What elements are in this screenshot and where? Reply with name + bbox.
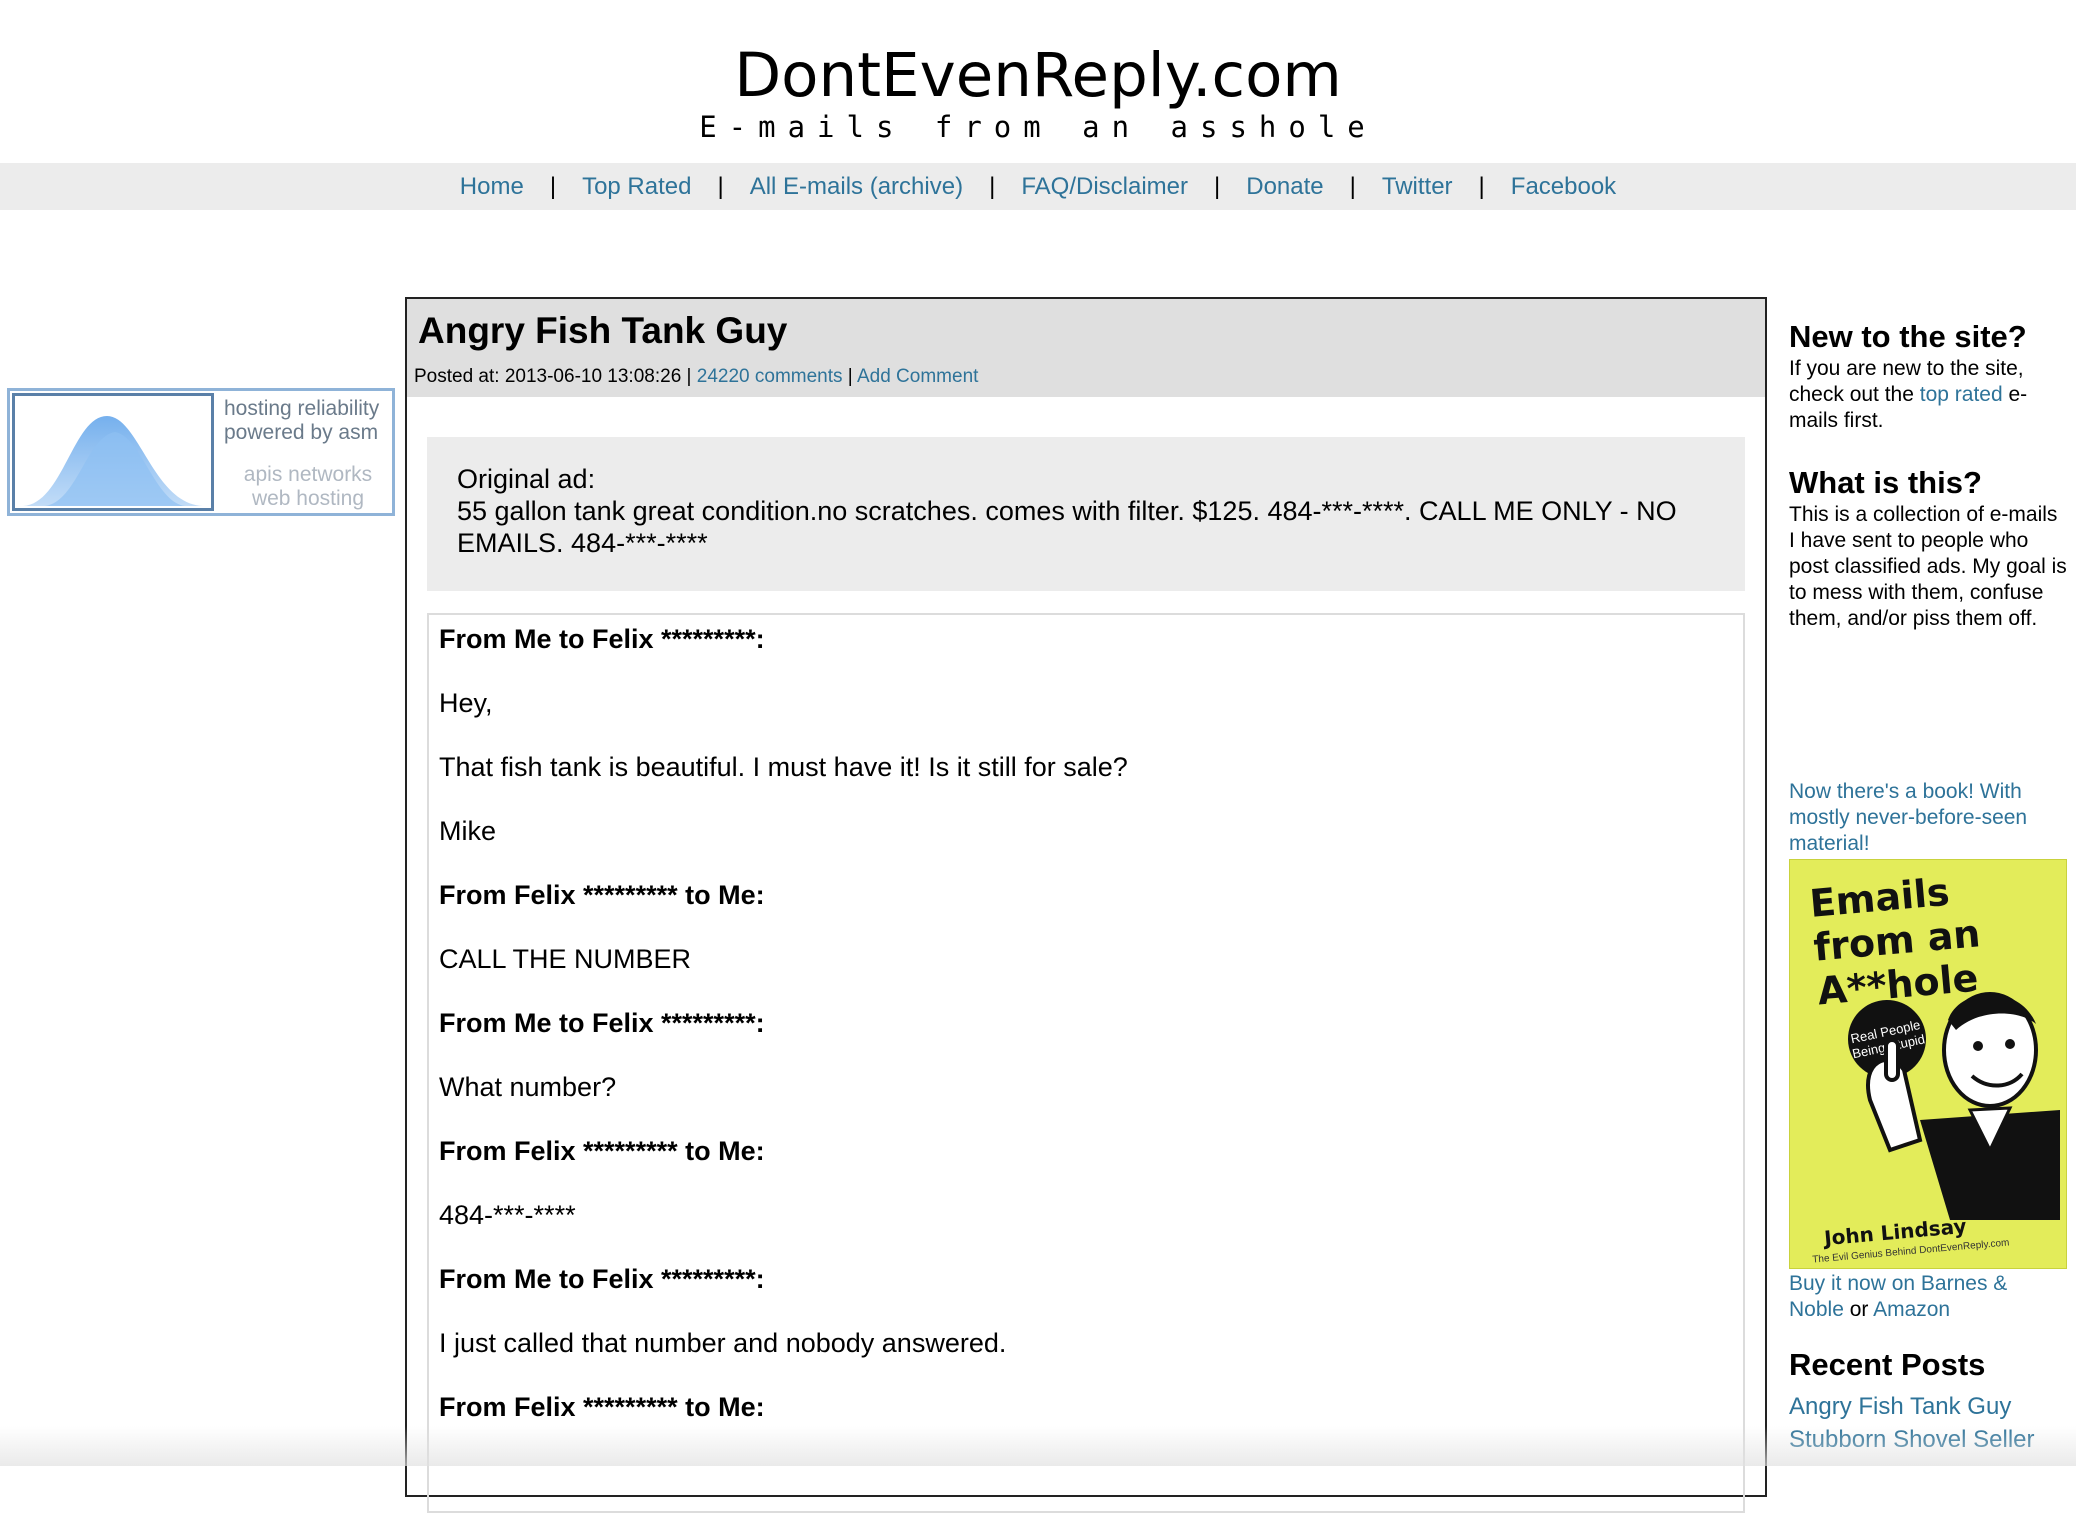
add-comment-link[interactable]: Add Comment bbox=[857, 366, 978, 387]
buy-or-text: or bbox=[1843, 1298, 1874, 1321]
sidebar: New to the site? If you are new to the s… bbox=[1789, 318, 2069, 1453]
comments-link[interactable]: 24220 comments bbox=[697, 366, 843, 387]
nav-home[interactable]: Home bbox=[460, 173, 524, 200]
email-body: Hey, bbox=[439, 688, 493, 718]
nav-separator: | bbox=[717, 173, 724, 200]
nav-separator: | bbox=[1214, 173, 1221, 200]
email-header: From Me to Felix *********: bbox=[439, 624, 765, 654]
nav-separator: | bbox=[989, 173, 996, 200]
bell-curve-graphic bbox=[12, 393, 214, 511]
hosting-ad-banner[interactable]: hosting reliability powered by asm apis … bbox=[7, 388, 395, 516]
nav-archive[interactable]: All E-mails (archive) bbox=[750, 173, 963, 200]
ad-line: hosting reliability bbox=[224, 397, 380, 420]
nav-top-rated[interactable]: Top Rated bbox=[582, 173, 691, 200]
ad-text-reliability: hosting reliability powered by asm bbox=[224, 397, 392, 445]
buy-book-line: Buy it now on Barnes & Noble or Amazon bbox=[1789, 1271, 2059, 1323]
nav-twitter[interactable]: Twitter bbox=[1382, 173, 1453, 200]
email-body: What number? bbox=[439, 1072, 617, 1102]
post-date: Posted at: 2013-06-10 13:08:26 | bbox=[414, 366, 692, 387]
nav-donate[interactable]: Donate bbox=[1246, 173, 1323, 200]
email-body: Mike bbox=[439, 816, 497, 846]
recent-posts-list: Angry Fish Tank Guy Stubborn Shovel Sell… bbox=[1789, 1390, 2069, 1456]
original-ad-text: 55 gallon tank great condition.no scratc… bbox=[457, 496, 1677, 558]
ad-line: powered by asm bbox=[224, 421, 379, 444]
post-title: Angry Fish Tank Guy bbox=[418, 310, 788, 351]
site-title[interactable]: DontEvenReply.com bbox=[0, 40, 2076, 112]
new-to-site-heading: New to the site? bbox=[1789, 319, 2027, 354]
original-ad-box: Original ad: 55 gallon tank great condit… bbox=[427, 437, 1745, 591]
email-body: CALL THE NUMBER bbox=[439, 944, 692, 974]
nav-separator: | bbox=[1349, 173, 1356, 200]
top-rated-link[interactable]: top rated bbox=[1920, 383, 2003, 406]
nav-faq[interactable]: FAQ/Disclaimer bbox=[1021, 173, 1188, 200]
recent-post-link[interactable]: Stubborn Shovel Seller bbox=[1789, 1423, 2069, 1456]
site-tagline: E-mails from an asshole bbox=[699, 110, 1377, 144]
ad-line: apis networks bbox=[243, 463, 373, 486]
recent-posts-heading: Recent Posts bbox=[1789, 1347, 1986, 1382]
book-cover-image[interactable]: Emails from an A**hole Real People Being… bbox=[1789, 859, 2067, 1269]
what-is-this-heading: What is this? bbox=[1789, 465, 1982, 500]
post-meta: Posted at: 2013-06-10 13:08:26 | 24220 c… bbox=[414, 365, 978, 389]
ad-line: web hosting bbox=[251, 487, 365, 510]
post-header: Angry Fish Tank Guy Posted at: 2013-06-1… bbox=[407, 299, 1765, 397]
site-header: DontEvenReply.com E-mails from an asshol… bbox=[0, 0, 2076, 163]
email-body: I just called that number and nobody ans… bbox=[439, 1328, 1007, 1358]
nav-separator: | bbox=[549, 173, 557, 200]
email-header: From Felix ********* to Me: bbox=[439, 1136, 765, 1166]
what-is-this-text: This is a collection of e-mails I have s… bbox=[1789, 503, 2067, 630]
original-ad-label: Original ad: bbox=[457, 464, 596, 494]
amazon-link[interactable]: Amazon bbox=[1873, 1298, 1950, 1321]
bell-curve-icon bbox=[23, 416, 203, 506]
email-header: From Felix ********* to Me: bbox=[439, 1392, 765, 1422]
main-nav: Home | Top Rated | All E-mails (archive) | FAQ… bbox=[0, 163, 2076, 210]
meta-separator: | bbox=[847, 366, 853, 387]
email-thread: From Me to Felix *********: Hey, That fish… bbox=[427, 613, 1745, 1513]
nav-separator: | bbox=[1478, 173, 1485, 200]
recent-post-link[interactable]: Angry Fish Tank Guy bbox=[1789, 1390, 2069, 1423]
nav-facebook[interactable]: Facebook bbox=[1511, 173, 1616, 200]
email-header: From Me to Felix *********: bbox=[439, 1008, 765, 1038]
email-header: From Me to Felix *********: bbox=[439, 1264, 765, 1294]
cartoon-man-icon bbox=[1866, 992, 2060, 1220]
ad-text-provider: apis networks web hosting bbox=[224, 463, 392, 511]
email-header: From Felix ********* to Me: bbox=[439, 880, 765, 910]
post-container: Angry Fish Tank Guy Posted at: 2013-06-1… bbox=[405, 297, 1767, 1513]
book-promo-link[interactable]: Now there's a book! With mostly never-be… bbox=[1789, 779, 2059, 857]
new-to-site-text: If you are new to the site, check out th… bbox=[1789, 356, 2069, 434]
email-body: That fish tank is beautiful. I must have… bbox=[439, 752, 1128, 782]
email-body: 484-***-**** bbox=[439, 1200, 576, 1230]
